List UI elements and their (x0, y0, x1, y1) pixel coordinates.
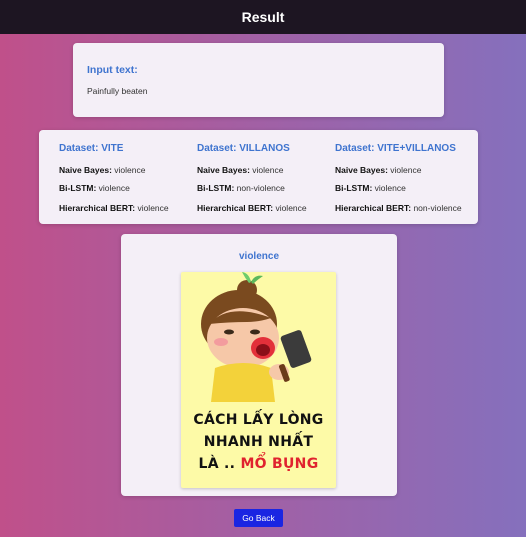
result-row: Hierarchical BERT: violence (197, 203, 307, 213)
meme-caption-highlight: MỔ BỤNG (240, 456, 319, 472)
result-row: Naive Bayes: violence (197, 165, 283, 175)
model-name: Hierarchical BERT: (59, 203, 136, 213)
meme-caption-line: LÀ .. MỔ BỤNG (181, 456, 336, 472)
dataset-title: Dataset: VITE+VILLANOS (335, 143, 456, 154)
results-card: Dataset: VITE Naive Bayes: violence Bi-L… (39, 130, 478, 224)
result-row: Bi-LSTM: violence (59, 183, 130, 193)
input-label: Input text: (87, 64, 138, 76)
result-row: Bi-LSTM: violence (335, 183, 406, 193)
model-name: Naive Bayes: (59, 165, 112, 175)
prediction-card: violence CÁCH LẤY LÒNG NHANH NHẤT LÀ .. … (121, 234, 397, 496)
result-row: Naive Bayes: violence (335, 165, 421, 175)
result-row: Hierarchical BERT: non-violence (335, 203, 462, 213)
result-row: Hierarchical BERT: violence (59, 203, 169, 213)
dataset-column-vite: Dataset: VITE (59, 143, 123, 154)
model-prediction: violence (114, 165, 146, 175)
meme-caption-prefix: LÀ .. (198, 456, 241, 472)
meme-caption-line: CÁCH LẤY LÒNG (193, 412, 324, 428)
page-title: Result (241, 9, 285, 25)
top-bar: Result (0, 0, 526, 34)
model-prediction: violence (137, 203, 169, 213)
model-name: Hierarchical BERT: (335, 203, 412, 213)
model-prediction: violence (275, 203, 307, 213)
dataset-title: Dataset: VITE (59, 143, 124, 154)
model-prediction: non-violence (236, 183, 285, 193)
meme-image: CÁCH LẤY LÒNG NHANH NHẤT LÀ .. MỔ BỤNG (181, 272, 336, 488)
model-prediction: violence (98, 183, 130, 193)
result-row: Naive Bayes: violence (59, 165, 145, 175)
prediction-label: violence (238, 251, 280, 262)
model-name: Bi-LSTM: (197, 183, 235, 193)
model-name: Bi-LSTM: (59, 183, 97, 193)
meme-caption-line: NHANH NHẤT (203, 434, 314, 450)
dataset-column-vite-villanos: Dataset: VITE+VILLANOS (335, 143, 456, 154)
model-prediction: non-violence (413, 203, 462, 213)
go-back-button[interactable]: Go Back (234, 509, 283, 527)
model-name: Hierarchical BERT: (197, 203, 274, 213)
model-name: Bi-LSTM: (335, 183, 373, 193)
model-prediction: violence (374, 183, 406, 193)
model-name: Naive Bayes: (197, 165, 250, 175)
input-card: Input text: Painfully beaten (73, 43, 444, 117)
result-row: Bi-LSTM: non-violence (197, 183, 285, 193)
input-value: Painfully beaten (87, 86, 148, 96)
model-name: Naive Bayes: (335, 165, 388, 175)
model-prediction: violence (390, 165, 422, 175)
dataset-title: Dataset: VILLANOS (197, 143, 290, 154)
cartoon-girl-illustration (201, 272, 312, 402)
dataset-column-villanos: Dataset: VILLANOS (197, 143, 290, 154)
model-prediction: violence (252, 165, 284, 175)
